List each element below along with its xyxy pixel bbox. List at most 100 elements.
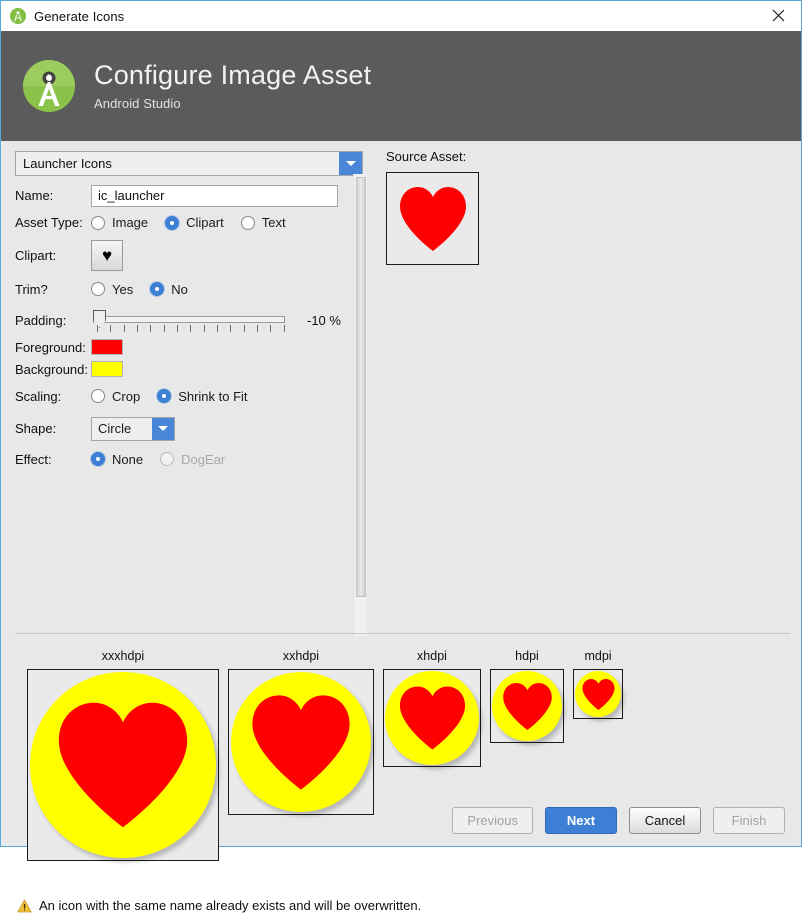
effect-option-dogear: DogEar xyxy=(160,452,225,467)
effect-option-none[interactable]: None xyxy=(91,452,143,467)
padding-row: Padding: -10 % xyxy=(15,304,365,336)
form-scrollbar[interactable] xyxy=(353,174,367,636)
icon-disc xyxy=(231,672,371,812)
shape-label: Shape: xyxy=(15,421,57,436)
source-asset-preview xyxy=(386,172,479,265)
preview-box xyxy=(573,669,623,719)
padding-label: Padding: xyxy=(15,312,67,328)
preview-cell-mdpi: mdpi xyxy=(573,649,623,719)
page-title: Configure Image Asset xyxy=(94,60,372,91)
preview-label: xxxhdpi xyxy=(101,649,145,663)
name-row: Name: ic_launcher xyxy=(15,182,365,209)
preview-cell-xhdpi: xhdpi xyxy=(383,649,481,767)
preview-label: hdpi xyxy=(515,649,539,663)
warning-text: An icon with the same name already exist… xyxy=(39,898,422,913)
chevron-down-icon[interactable] xyxy=(339,152,362,175)
close-icon[interactable] xyxy=(756,1,801,30)
dialog-content: Launcher Icons Name: ic_launcher Asset T… xyxy=(1,141,801,913)
clipart-chooser-button[interactable]: ♥ xyxy=(91,239,123,271)
scaling-option-shrink-to-fit[interactable]: Shrink to Fit xyxy=(157,388,248,404)
warning-message: An icon with the same name already exist… xyxy=(17,898,421,913)
padding-slider[interactable] xyxy=(93,307,285,333)
configuration-form: Launcher Icons Name: ic_launcher Asset T… xyxy=(15,151,365,473)
trim-label-yes: Yes xyxy=(112,281,134,297)
effect-label-none: None xyxy=(112,451,144,467)
clipart-label: Clipart: xyxy=(15,247,57,263)
preview-box xyxy=(27,669,219,861)
source-asset-panel: Source Asset: xyxy=(386,149,479,265)
foreground-row: Foreground: xyxy=(15,336,365,358)
slider-track[interactable] xyxy=(93,316,285,323)
android-studio-logo xyxy=(21,58,77,114)
preview-box xyxy=(228,669,374,815)
trim-option-yes[interactable]: Yes xyxy=(91,282,133,297)
trim-option-no[interactable]: No xyxy=(150,282,188,297)
radio-icon xyxy=(160,452,175,466)
scaling-label-shrink-to-fit: Shrink to Fit xyxy=(178,388,248,404)
scaling-option-crop[interactable]: Crop xyxy=(91,389,140,404)
chevron-down-icon[interactable] xyxy=(152,417,174,440)
icon-type-value: Launcher Icons xyxy=(23,156,112,171)
effect-row: Effect: None DogEar xyxy=(15,445,365,473)
asset-type-label-clipart: Clipart xyxy=(186,215,224,230)
trim-label-no: No xyxy=(171,281,188,297)
scaling-label: Scaling: xyxy=(15,388,62,404)
asset-type-option-clipart[interactable]: Clipart xyxy=(165,215,224,230)
preview-cell-xxhdpi: xxhdpi xyxy=(228,649,374,815)
icon-disc xyxy=(385,671,479,765)
radio-icon xyxy=(240,215,255,230)
radio-icon xyxy=(91,452,105,466)
source-asset-label: Source Asset: xyxy=(386,149,467,164)
heart-icon xyxy=(399,686,465,750)
icon-type-combo[interactable]: Launcher Icons xyxy=(15,151,363,176)
heart-icon xyxy=(502,682,552,730)
scaling-row: Scaling: Crop Shrink to Fit xyxy=(15,380,365,412)
cancel-button[interactable]: Cancel xyxy=(629,806,701,834)
generate-icons-dialog: Generate Icons Configure Image Asset And… xyxy=(0,0,802,913)
shape-row: Shape: Circle xyxy=(15,412,365,445)
icon-disc xyxy=(492,671,562,741)
asset-type-row: Asset Type: Image Clipart Text xyxy=(15,209,365,236)
preview-cell-xxxhdpi: xxxhdpi xyxy=(27,649,219,861)
clipart-row: Clipart: ♥ xyxy=(15,236,365,274)
heart-icon xyxy=(252,694,350,790)
preview-label: xxhdpi xyxy=(282,649,320,663)
padding-value: -10 % xyxy=(307,312,341,328)
effect-label-dogear: DogEar xyxy=(181,451,226,467)
title-bar: Generate Icons xyxy=(1,1,801,31)
dialog-header: Configure Image Asset Android Studio xyxy=(1,31,801,141)
trim-row: Trim? Yes No xyxy=(15,274,365,304)
android-studio-icon xyxy=(10,8,26,24)
heart-icon xyxy=(581,678,615,710)
radio-icon xyxy=(165,215,180,230)
name-label: Name: xyxy=(15,188,54,203)
heart-icon xyxy=(58,702,188,828)
finish-button[interactable]: Finish xyxy=(713,806,785,834)
warning-triangle-icon xyxy=(17,899,32,912)
density-previews: xxxhdpi xxhdpi xhdpi hdpi mdpi xyxy=(27,649,632,861)
background-color-swatch[interactable] xyxy=(90,360,124,378)
icon-disc xyxy=(575,671,621,717)
asset-type-option-text[interactable]: Text xyxy=(240,215,286,230)
preview-box xyxy=(383,669,481,767)
trim-label: Trim? xyxy=(15,281,48,297)
heart-icon xyxy=(399,186,466,251)
asset-type-option-image[interactable]: Image xyxy=(91,215,148,230)
foreground-color-swatch[interactable] xyxy=(90,338,124,356)
name-input[interactable]: ic_launcher xyxy=(91,184,338,207)
scrollbar-thumb[interactable] xyxy=(356,177,366,597)
preview-cell-hdpi: hdpi xyxy=(490,649,564,743)
asset-type-label-text: Text xyxy=(261,215,286,230)
heart-icon: ♥ xyxy=(101,245,113,265)
window-title: Generate Icons xyxy=(34,8,125,24)
background-row: Background: xyxy=(15,358,365,380)
asset-type-label: Asset Type: xyxy=(15,215,83,230)
radio-icon xyxy=(150,282,165,296)
shape-combo[interactable]: Circle xyxy=(91,416,175,441)
slider-ticks xyxy=(97,325,285,332)
background-label: Background: xyxy=(15,361,88,377)
radio-icon xyxy=(157,389,172,403)
radio-icon xyxy=(91,215,105,230)
radio-icon xyxy=(91,282,105,296)
shape-value: Circle xyxy=(98,421,132,436)
